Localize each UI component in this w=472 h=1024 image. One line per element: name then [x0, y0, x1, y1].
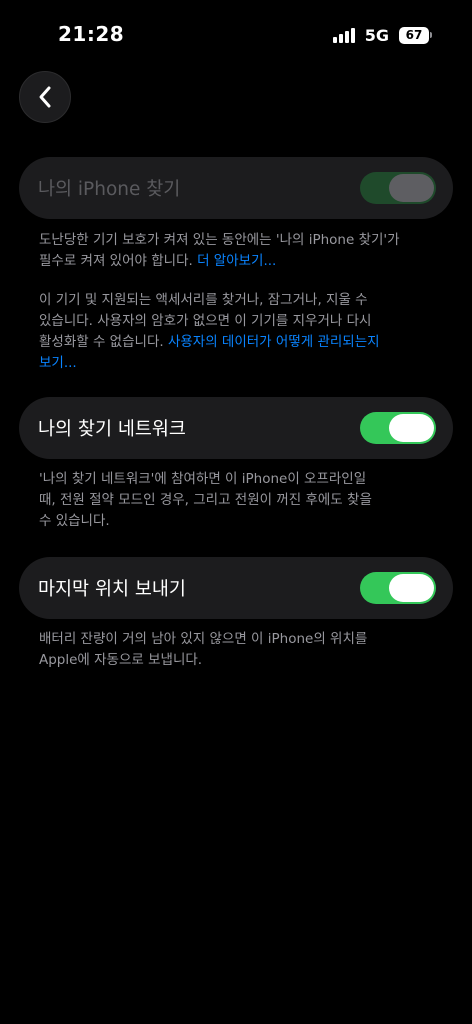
battery-level: 67 [399, 26, 429, 44]
find-my-iphone-details: 이 기기 및 지원되는 액세서리를 찾거나, 잠그거나, 지울 수 있습니다. … [39, 292, 380, 371]
send-last-location-toggle[interactable] [360, 572, 436, 604]
find-my-iphone-label: 나의 iPhone 찾기 [38, 179, 181, 200]
back-button[interactable] [19, 71, 71, 123]
find-my-iphone-toggle [360, 172, 436, 204]
data-management-link-continued[interactable]: 보기... [39, 355, 77, 371]
send-last-location-label: 마지막 위치 보내기 [38, 579, 186, 600]
find-my-iphone-description: 도난당한 기기 보호가 켜져 있는 동안에는 '나의 iPhone 찾기'가 필… [39, 232, 400, 269]
data-management-link[interactable]: 사용자의 데이터가 어떻게 관리되는지 [168, 334, 380, 350]
network-type: 5G [364, 25, 389, 45]
cellular-signal-icon [332, 27, 355, 43]
send-last-location-description: 배터리 잔량이 거의 남아 있지 않으면 이 iPhone의 위치를 Apple… [39, 631, 368, 668]
status-time: 21:28 [58, 22, 125, 46]
chevron-left-icon [39, 86, 51, 108]
battery-icon: 67 [399, 26, 432, 44]
find-my-network-row[interactable]: 나의 찾기 네트워크 [19, 397, 453, 459]
find-my-network-description: '나의 찾기 네트워크'에 참여하면 이 iPhone이 오프라인일 때, 전원… [39, 471, 372, 529]
send-last-location-row[interactable]: 마지막 위치 보내기 [19, 557, 453, 619]
find-my-iphone-row: 나의 iPhone 찾기 [19, 157, 453, 219]
find-my-network-label: 나의 찾기 네트워크 [38, 419, 186, 440]
learn-more-link[interactable]: 더 알아보기... [197, 253, 276, 269]
find-my-network-toggle[interactable] [360, 412, 436, 444]
status-icons: 5G 67 [332, 24, 432, 46]
